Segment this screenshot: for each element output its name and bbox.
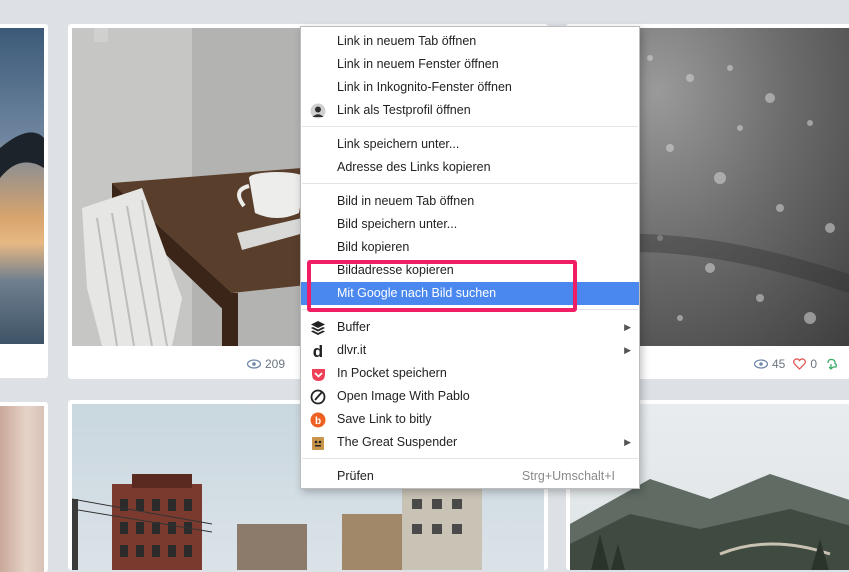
svg-text:b: b bbox=[315, 416, 321, 427]
sunset-wing-photo[interactable] bbox=[0, 28, 44, 344]
views-count: 209 bbox=[265, 357, 286, 371]
menu-item-open-image-new-tab[interactable]: Bild in neuem Tab öffnen bbox=[301, 190, 639, 213]
pablo-icon bbox=[310, 389, 326, 405]
menu-item-label: In Pocket speichern bbox=[337, 366, 447, 380]
menu-item-save-to-pocket[interactable]: In Pocket speichern bbox=[301, 362, 639, 385]
menu-item-label: Save Link to bitly bbox=[337, 412, 432, 426]
menu-item-label: Prüfen bbox=[337, 469, 374, 483]
menu-item-buffer[interactable]: Buffer ▶ bbox=[301, 316, 639, 339]
menu-item-label: Buffer bbox=[337, 320, 371, 334]
buffer-icon bbox=[310, 320, 326, 336]
left-bottom-photo[interactable] bbox=[0, 406, 44, 572]
annotation-highlight-box bbox=[307, 260, 577, 312]
menu-item-save-link-as[interactable]: Link speichern unter... bbox=[301, 133, 639, 156]
menu-item-open-link-new-window[interactable]: Link in neuem Fenster öffnen bbox=[301, 53, 639, 76]
menu-item-shortcut: Strg+Umschalt+I bbox=[521, 469, 615, 483]
card-stats: 209 bbox=[247, 357, 285, 371]
submenu-arrow-icon: ▶ bbox=[624, 322, 631, 332]
menu-item-copy-link-address[interactable]: Adresse des Links kopieren bbox=[301, 156, 639, 179]
menu-item-label: Link in neuem Fenster öffnen bbox=[337, 57, 499, 71]
menu-item-save-image-as[interactable]: Bild speichern unter... bbox=[301, 213, 639, 236]
menu-item-label: Bild kopieren bbox=[337, 240, 410, 254]
dlvrit-icon: d bbox=[312, 341, 324, 361]
photo-card-left-bottom[interactable] bbox=[0, 402, 48, 572]
suspender-icon bbox=[310, 435, 326, 451]
menu-separator bbox=[302, 458, 638, 459]
wing-shape bbox=[0, 132, 44, 178]
menu-item-save-link-bitly[interactable]: b Save Link to bitly bbox=[301, 408, 639, 431]
menu-item-label: The Great Suspender bbox=[337, 435, 458, 449]
menu-item-label: Adresse des Links kopieren bbox=[337, 160, 491, 174]
menu-item-label: Bild speichern unter... bbox=[337, 217, 458, 231]
menu-item-open-link-test-profile[interactable]: Link als Testprofil öffnen bbox=[301, 99, 639, 122]
menu-item-great-suspender[interactable]: The Great Suspender ▶ bbox=[301, 431, 639, 454]
menu-item-label: Link als Testprofil öffnen bbox=[337, 103, 471, 117]
submenu-arrow-icon: ▶ bbox=[624, 345, 631, 355]
menu-item-label: Link speichern unter... bbox=[337, 137, 460, 151]
menu-item-label: Open Image With Pablo bbox=[337, 389, 470, 403]
pocket-icon bbox=[310, 366, 326, 382]
menu-item-inspect[interactable]: Prüfen Strg+Umschalt+I bbox=[301, 465, 639, 488]
menu-separator bbox=[302, 183, 638, 184]
menu-item-label: Link in neuem Tab öffnen bbox=[337, 34, 477, 48]
menu-item-label: dlvr.it bbox=[337, 343, 367, 357]
eye-icon bbox=[754, 359, 768, 369]
menu-item-open-with-pablo[interactable]: Open Image With Pablo bbox=[301, 385, 639, 408]
menu-separator bbox=[302, 126, 638, 127]
menu-item-label: Bild in neuem Tab öffnen bbox=[337, 194, 475, 208]
context-menu: Link in neuem Tab öffnen Link in neuem F… bbox=[300, 26, 640, 489]
eye-icon bbox=[247, 359, 261, 369]
menu-item-open-link-new-tab[interactable]: Link in neuem Tab öffnen bbox=[301, 30, 639, 53]
bitly-icon: b bbox=[310, 412, 326, 428]
likes-count: 0 bbox=[810, 357, 818, 371]
menu-item-open-link-incognito[interactable]: Link in Inkognito-Fenster öffnen bbox=[301, 76, 639, 99]
profile-avatar-icon bbox=[310, 103, 326, 119]
submenu-arrow-icon: ▶ bbox=[624, 437, 631, 447]
menu-item-copy-image[interactable]: Bild kopieren bbox=[301, 236, 639, 259]
menu-item-label: Link in Inkognito-Fenster öffnen bbox=[337, 80, 512, 94]
download-icon[interactable] bbox=[825, 358, 838, 370]
photo-card-left-top[interactable] bbox=[0, 24, 48, 378]
heart-icon[interactable] bbox=[793, 358, 807, 370]
card-stats-right: 45 0 bbox=[754, 357, 838, 371]
menu-item-dlvrit[interactable]: d dlvr.it ▶ bbox=[301, 339, 639, 362]
views-count: 45 bbox=[772, 357, 786, 371]
